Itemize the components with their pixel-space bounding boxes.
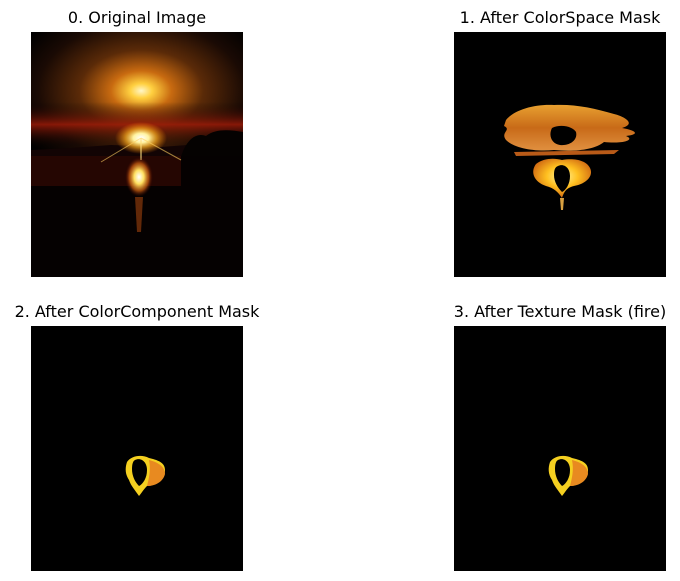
- colorspace-mask-image: [454, 32, 666, 277]
- colorcomponent-mask-render: [31, 326, 243, 571]
- original-image: [31, 32, 243, 277]
- panel-title: 3. After Texture Mask (fire): [453, 302, 667, 321]
- colorcomponent-mask-image: [31, 326, 243, 571]
- panel-title: 0. Original Image: [67, 8, 207, 27]
- colorspace-mask-render: [454, 32, 666, 277]
- texture-mask-image: [454, 326, 666, 571]
- panel-title: 2. After ColorComponent Mask: [14, 302, 260, 321]
- sunset-photo: [31, 32, 243, 277]
- texture-mask-render: [454, 326, 666, 571]
- panel-title: 1. After ColorSpace Mask: [459, 8, 661, 27]
